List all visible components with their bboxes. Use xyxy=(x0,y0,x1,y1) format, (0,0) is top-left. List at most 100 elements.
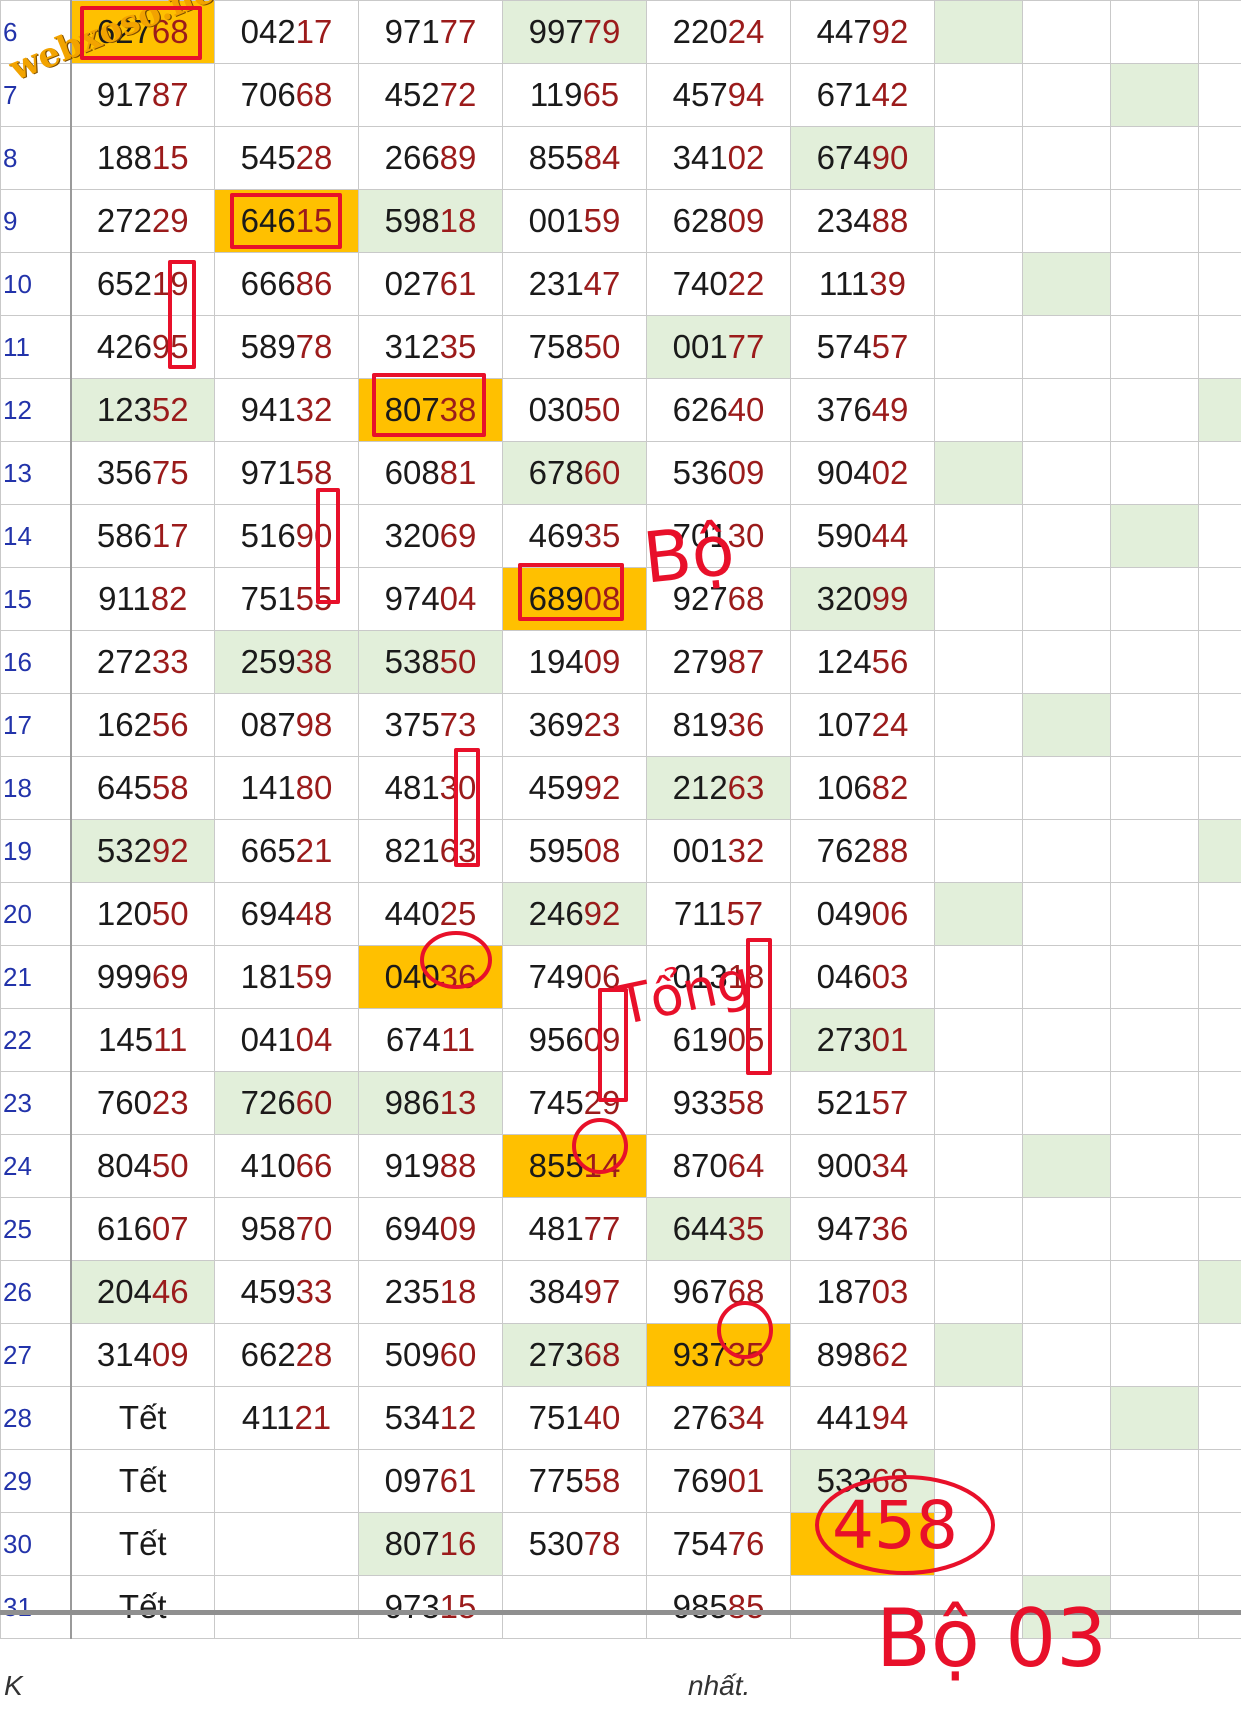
result-cell: 02761 xyxy=(358,252,503,316)
result-digits-tail: 33 xyxy=(151,643,189,680)
result-cell xyxy=(1022,945,1111,1009)
result-digits-head: 041 xyxy=(240,1021,296,1058)
result-digits-tail: 78 xyxy=(583,1525,621,1562)
table-row: 25 61607 95870 69409 48177 64435 94736 xyxy=(0,1197,1241,1261)
result-digits-head: 145 xyxy=(98,1021,154,1058)
result-cell xyxy=(214,1449,359,1513)
result-digits-tail: 14 xyxy=(583,1147,621,1184)
result-digits-head: 674 xyxy=(385,1021,441,1058)
result-cell: Tết xyxy=(70,1386,215,1450)
result-digits-tail: 72 xyxy=(439,76,477,113)
result-digits-head: 662 xyxy=(240,1336,296,1373)
result-digits-head: 608 xyxy=(384,454,440,491)
result-digits-head: 595 xyxy=(528,832,584,869)
result-cell: 48177 xyxy=(502,1197,647,1261)
result-cell: 19409 xyxy=(502,630,647,694)
result-cell: 23518 xyxy=(358,1260,503,1324)
result-cell xyxy=(1022,1260,1111,1324)
result-digits-head: 235 xyxy=(384,1273,440,1310)
result-cell: 26689 xyxy=(358,126,503,190)
result-cell: 92768 xyxy=(646,567,791,631)
result-digits-head: 276 xyxy=(672,1399,728,1436)
result-digits-tail: 04 xyxy=(295,1021,333,1058)
result-digits-head: 898 xyxy=(816,1336,872,1373)
result-cell: 37573 xyxy=(358,693,503,757)
result-digits-tail: 05 xyxy=(727,1021,765,1058)
result-digits-head: 534 xyxy=(384,1399,440,1436)
result-digits-head: 452 xyxy=(384,76,440,113)
result-digits-tail: 90 xyxy=(871,139,909,176)
result-digits-head: 509 xyxy=(384,1336,440,1373)
result-digits-tail: 12 xyxy=(439,1399,477,1436)
result-cell xyxy=(214,1575,359,1639)
result-digits-head: 536 xyxy=(672,454,728,491)
result-digits-tail: 68 xyxy=(727,1273,765,1310)
result-digits-head: 457 xyxy=(672,76,728,113)
result-digits-tail: 35 xyxy=(583,517,621,554)
result-cell xyxy=(1198,1008,1241,1072)
result-digits-head: 279 xyxy=(672,643,728,680)
result-cell: 31409 xyxy=(70,1323,215,1387)
result-digits-head: 911 xyxy=(98,580,151,617)
result-digits-tail: 77 xyxy=(439,13,477,50)
table-row: 9 27229 64615 59818 00159 62809 23488 xyxy=(0,189,1241,253)
result-digits-head: 447 xyxy=(816,13,872,50)
result-digits-head: 273 xyxy=(528,1336,584,1373)
result-cell xyxy=(1198,819,1241,883)
result-digits-head: 937 xyxy=(672,1336,728,1373)
row-number: 19 xyxy=(0,819,72,883)
result-digits-head: 999 xyxy=(96,958,152,995)
result-cell: 61905 xyxy=(646,1008,791,1072)
result-digits-tail: 79 xyxy=(583,13,621,50)
result-digits-head: 320 xyxy=(384,517,440,554)
result-cell: Tết xyxy=(70,1512,215,1576)
row-number: 9 xyxy=(0,189,72,253)
result-digits-tail: 68 xyxy=(583,1336,621,1373)
result-digits-head: 678 xyxy=(528,454,584,491)
result-cell: 93358 xyxy=(646,1071,791,1135)
result-digits-tail: 35 xyxy=(727,1336,765,1373)
result-cell: 76023 xyxy=(70,1071,215,1135)
result-digits-head: 974 xyxy=(384,580,440,617)
result-digits-head: 545 xyxy=(240,139,296,176)
result-digits-tail: 92 xyxy=(583,769,621,806)
table-row: 16 27233 25938 53850 19409 27987 12456 xyxy=(0,630,1241,694)
result-digits-tail: 50 xyxy=(583,391,621,428)
result-cell xyxy=(1198,1134,1241,1198)
result-digits-tail: 82 xyxy=(871,769,909,806)
row-number: 30 xyxy=(0,1512,72,1576)
result-cell xyxy=(934,126,1023,190)
result-digits-tail: 23 xyxy=(583,706,621,743)
result-cell: 27634 xyxy=(646,1386,791,1450)
row-number: 15 xyxy=(0,567,72,631)
result-cell xyxy=(1110,630,1199,694)
result-digits-tail: 64 xyxy=(727,1147,765,1184)
result-cell: 97177 xyxy=(358,0,503,64)
result-digits-head: 530 xyxy=(528,1525,584,1562)
result-digits-tail: 60 xyxy=(295,1084,333,1121)
result-digits-tail: 35 xyxy=(439,328,477,365)
result-digits-tail: 59 xyxy=(583,202,621,239)
result-digits-head: 760 xyxy=(96,1084,152,1121)
result-cell xyxy=(1110,1071,1199,1135)
result-cell: 91787 xyxy=(70,63,215,127)
result-cell xyxy=(1198,1260,1241,1324)
result-cell: 66228 xyxy=(214,1323,359,1387)
result-digits-tail: 88 xyxy=(871,832,909,869)
result-digits-head: 314 xyxy=(96,1336,152,1373)
result-digits-head: 754 xyxy=(672,1525,728,1562)
result-cell: 20446 xyxy=(70,1260,215,1324)
result-digits-tail: 98 xyxy=(295,706,333,743)
result-digits-tail: 01 xyxy=(871,1021,909,1058)
result-cell xyxy=(934,756,1023,820)
result-digits-head: 694 xyxy=(240,895,296,932)
result-digits-head: 046 xyxy=(816,958,872,995)
result-digits-head: 666 xyxy=(240,265,296,302)
result-cell xyxy=(1110,1008,1199,1072)
result-cell: 08798 xyxy=(214,693,359,757)
result-digits-tail: 09 xyxy=(151,1336,189,1373)
result-cell: 10682 xyxy=(790,756,935,820)
result-cell xyxy=(1022,0,1111,64)
result-digits-head: 628 xyxy=(672,202,728,239)
result-digits-head: 273 xyxy=(816,1021,872,1058)
